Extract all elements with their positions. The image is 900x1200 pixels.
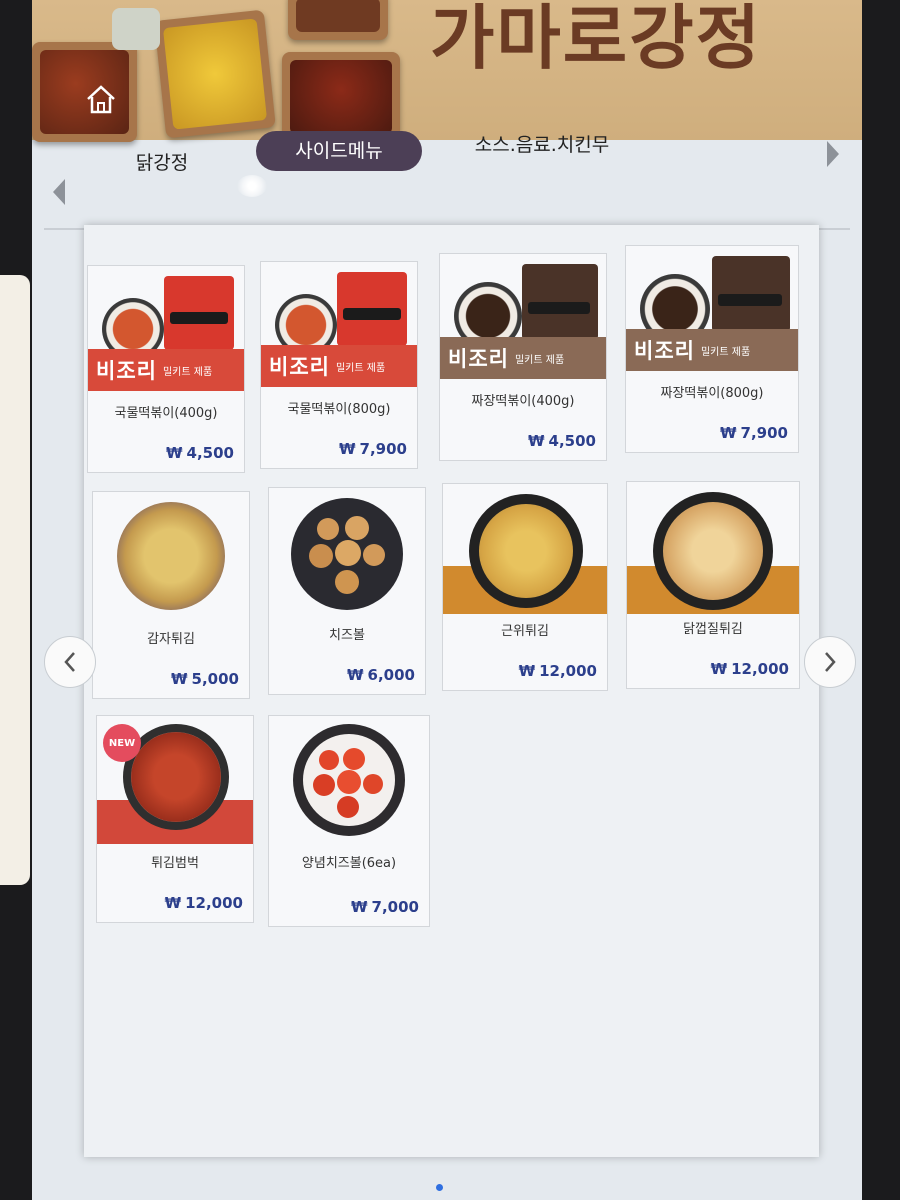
- menu-item-card[interactable]: NEW 튀김범벅 ₩12,000: [96, 715, 254, 923]
- kiosk-screen: 가마로강정 닭강정 사이드메뉴 소스.음료.치킨무 비조리 밀키트 제품 국물떡…: [32, 0, 862, 1200]
- menu-item-image: [269, 716, 429, 844]
- menu-item-image: [269, 488, 425, 616]
- menu-item-name: 튀김범벅: [151, 856, 199, 871]
- menu-item-name: 감자튀김: [147, 632, 195, 647]
- banner-food-image: [288, 0, 388, 40]
- chevron-left-icon: [64, 652, 75, 672]
- menu-item-image: NEW: [97, 716, 253, 844]
- menu-item-card[interactable]: 비조리 밀키트 제품 짜장떡볶이(400g) ₩4,500: [439, 253, 607, 461]
- tabs-next-arrow-icon[interactable]: [824, 139, 842, 169]
- meal-kit-main-text: 비조리: [269, 355, 330, 379]
- menu-item-name: 짜장떡볶이(800g): [660, 386, 764, 401]
- menu-item-name: 근위튀김: [501, 624, 549, 639]
- menu-item-price: ₩7,000: [351, 898, 419, 916]
- price-value: 7,000: [371, 898, 419, 916]
- currency-symbol: ₩: [166, 444, 183, 462]
- currency-symbol: ₩: [518, 662, 536, 680]
- banner-side-dish-image: [112, 8, 160, 50]
- meal-kit-label: 비조리 밀키트 제품: [88, 349, 244, 391]
- menu-item-image: [93, 492, 249, 620]
- new-badge: NEW: [103, 724, 141, 762]
- menu-item-card[interactable]: 양념치즈볼(6ea) ₩7,000: [268, 715, 430, 927]
- meal-kit-label: 비조리 밀키트 제품: [261, 345, 417, 387]
- price-value: 6,000: [367, 666, 415, 684]
- meal-kit-label: 비조리 밀키트 제품: [626, 329, 798, 371]
- menu-item-price: ₩7,900: [339, 440, 407, 458]
- menu-item-name: 국물떡볶이(800g): [287, 402, 391, 417]
- menu-item-price: ₩7,900: [720, 424, 788, 442]
- meal-kit-main-text: 비조리: [96, 359, 157, 383]
- menu-item-card[interactable]: 비조리 밀키트 제품 국물떡볶이(800g) ₩7,900: [260, 261, 418, 469]
- price-value: 12,000: [731, 660, 789, 678]
- meal-kit-sub-text: 밀키트 제품: [162, 366, 213, 378]
- meal-kit-sub-text: 밀키트 제품: [700, 346, 751, 358]
- menu-item-card[interactable]: 감자튀김 ₩5,000: [92, 491, 250, 699]
- price-value: 12,000: [185, 894, 243, 912]
- currency-symbol: ₩: [528, 432, 545, 450]
- menu-item-price: ₩4,500: [528, 432, 596, 450]
- menu-item-card[interactable]: 비조리 밀키트 제품 국물떡볶이(400g) ₩4,500: [87, 265, 245, 473]
- menu-item-price: ₩6,000: [347, 666, 415, 684]
- tab-side-menu[interactable]: 사이드메뉴: [256, 131, 422, 171]
- currency-symbol: ₩: [164, 894, 182, 912]
- currency-symbol: ₩: [351, 898, 368, 916]
- menu-item-name: 치즈볼: [329, 628, 365, 643]
- menu-item-price: ₩4,500: [166, 444, 234, 462]
- meal-kit-sub-text: 밀키트 제품: [335, 362, 386, 374]
- menu-item-name: 닭껍질튀김: [683, 622, 743, 637]
- price-value: 5,000: [191, 670, 239, 688]
- tab-chicken-gangjeong[interactable]: 닭강정: [102, 143, 222, 183]
- meal-kit-main-text: 비조리: [634, 339, 695, 363]
- currency-symbol: ₩: [720, 424, 737, 442]
- glare-spot: [237, 175, 267, 197]
- meal-kit-main-text: 비조리: [448, 347, 509, 371]
- next-page-button[interactable]: [804, 636, 856, 688]
- price-value: 4,500: [548, 432, 596, 450]
- menu-item-price: ₩5,000: [171, 670, 239, 688]
- menu-panel: 비조리 밀키트 제품 국물떡볶이(400g) ₩4,500 비조리 밀키트 제품…: [84, 225, 819, 1157]
- tabs-prev-arrow-icon[interactable]: [50, 177, 68, 207]
- side-paper-strip: [0, 275, 30, 885]
- menu-item-price: ₩12,000: [165, 894, 243, 912]
- meal-kit-label: 비조리 밀키트 제품: [440, 337, 606, 379]
- menu-item-card[interactable]: 비조리 밀키트 제품 짜장떡볶이(800g) ₩7,900: [625, 245, 799, 453]
- brand-banner: 가마로강정: [32, 0, 862, 142]
- menu-item-card[interactable]: 근위튀김 ₩12,000: [442, 483, 608, 691]
- price-value: 4,500: [186, 444, 234, 462]
- price-value: 7,900: [740, 424, 788, 442]
- category-tabs: 닭강정 사이드메뉴 소스.음료.치킨무: [32, 125, 862, 205]
- page-indicator-dot: [436, 1184, 443, 1191]
- menu-item-name: 국물떡볶이(400g): [114, 406, 218, 421]
- currency-symbol: ₩: [171, 670, 188, 688]
- menu-item-image: [443, 484, 607, 614]
- banner-food-image: [154, 9, 276, 139]
- menu-item-card[interactable]: 치즈볼 ₩6,000: [268, 487, 426, 695]
- prev-page-button[interactable]: [44, 636, 96, 688]
- menu-item-name: 양념치즈볼(6ea): [301, 856, 397, 871]
- menu-item-name: 짜장떡볶이(400g): [471, 394, 575, 409]
- tab-sauce-drink[interactable]: 소스.음료.치킨무: [442, 125, 642, 165]
- currency-symbol: ₩: [347, 666, 364, 684]
- menu-item-price: ₩12,000: [711, 660, 789, 678]
- brand-title: 가마로강정: [430, 0, 762, 79]
- menu-item-price: ₩12,000: [519, 662, 597, 680]
- price-value: 12,000: [539, 662, 597, 680]
- currency-symbol: ₩: [339, 440, 356, 458]
- meal-kit-sub-text: 밀키트 제품: [514, 354, 565, 366]
- menu-item-image: [627, 482, 799, 614]
- home-icon[interactable]: [84, 82, 118, 116]
- chevron-right-icon: [825, 652, 836, 672]
- menu-item-card[interactable]: 닭껍질튀김 ₩12,000: [626, 481, 800, 689]
- price-value: 7,900: [359, 440, 407, 458]
- currency-symbol: ₩: [710, 660, 728, 678]
